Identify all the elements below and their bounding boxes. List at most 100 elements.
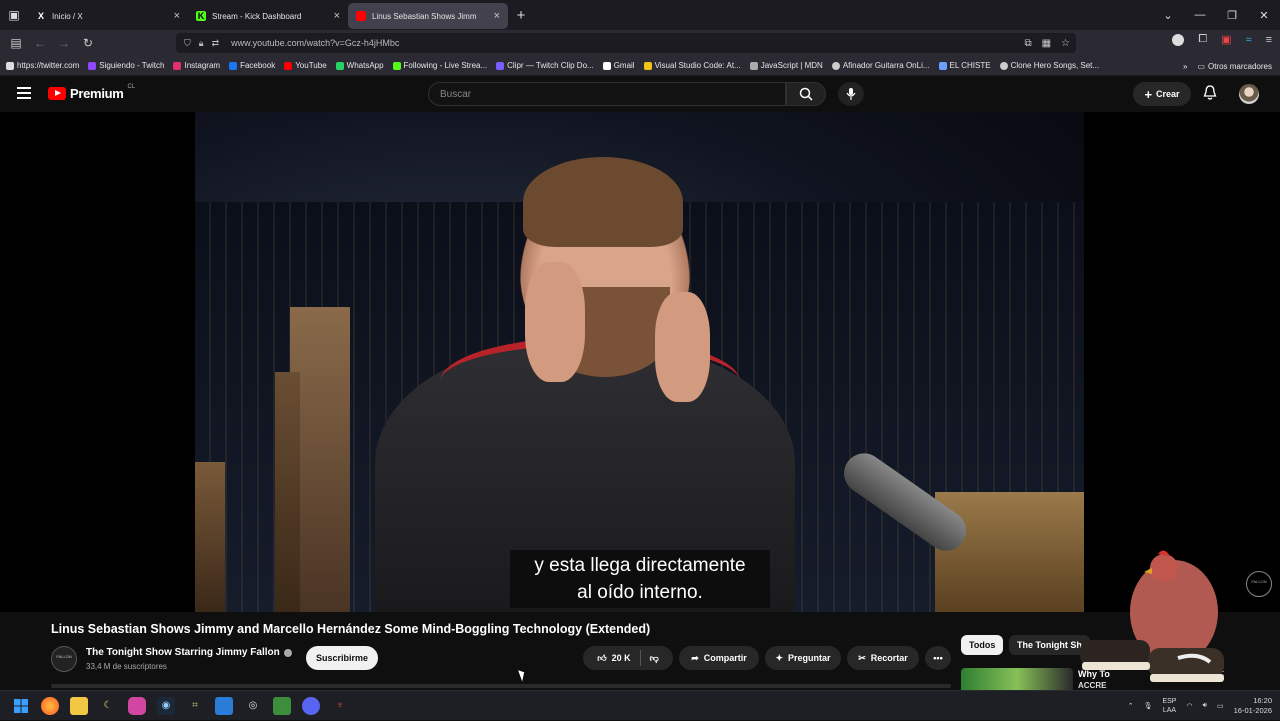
bookmark-item[interactable]: Visual Studio Code: At... xyxy=(643,61,741,70)
video-frame[interactable] xyxy=(195,112,1084,612)
firefox-icon[interactable] xyxy=(41,696,59,715)
bookmark-item[interactable]: EL CHISTE xyxy=(938,61,991,70)
bookmark-star-icon[interactable]: ☆ xyxy=(1061,38,1070,49)
ask-button[interactable]: ✦ Preguntar xyxy=(765,646,841,670)
like-dislike-group: 👍︎ 20 K 👎︎ xyxy=(583,646,673,670)
clip-button[interactable]: ✂ Recortar xyxy=(847,646,919,670)
tab-list-icon[interactable]: ▣ xyxy=(0,0,28,30)
create-button[interactable]: + Crear xyxy=(1133,82,1191,106)
maximize-button[interactable]: ❐ xyxy=(1216,9,1248,22)
moon-app-icon[interactable]: ☾ xyxy=(99,697,117,715)
new-tab-button[interactable]: + xyxy=(508,7,534,24)
bookmark-label: WhatsApp xyxy=(346,61,384,70)
clock[interactable]: 16:20 16-01-2026 xyxy=(1234,696,1272,716)
discord-icon[interactable] xyxy=(302,696,320,715)
channel-watermark-logo[interactable]: FALLON xyxy=(1246,571,1272,597)
reload-button[interactable]: ↻ xyxy=(76,36,100,50)
video-person-hair xyxy=(523,157,683,247)
tab-title: Stream - Kick Dashboard xyxy=(212,11,302,21)
lock-icon[interactable]: 🔒︎ xyxy=(199,38,204,49)
close-icon[interactable]: × xyxy=(174,10,180,22)
bookmark-item[interactable]: Clone Hero Songs, Set... xyxy=(999,61,1099,70)
back-button[interactable]: ← xyxy=(28,36,52,50)
account-avatar[interactable] xyxy=(1239,84,1259,104)
bookmark-item[interactable]: Following - Live Strea... xyxy=(392,61,488,70)
app-icon[interactable]: ♆ xyxy=(331,697,349,715)
bookmark-item[interactable]: https://twitter.com xyxy=(6,61,79,70)
youtube-icon xyxy=(284,61,293,70)
language-code: ESP xyxy=(1162,698,1177,705)
windows-start-icon[interactable] xyxy=(12,697,30,715)
battery-icon[interactable]: ▭ xyxy=(1217,702,1224,710)
steam-icon[interactable]: ◉ xyxy=(157,696,175,715)
app-icon[interactable] xyxy=(215,696,233,715)
hamburger-menu-icon[interactable] xyxy=(17,87,31,99)
tab-x[interactable]: X Inicio / X × xyxy=(28,3,188,29)
wifi-icon[interactable]: ◠ xyxy=(1186,702,1192,710)
tab-youtube[interactable]: Linus Sebastian Shows Jimm × xyxy=(348,3,508,29)
bookmark-item[interactable]: Clipr — Twitch Clip Do... xyxy=(496,61,594,70)
permissions-icon[interactable]: ⇄ xyxy=(212,38,220,49)
recommendation-thumbnail[interactable] xyxy=(961,668,1073,690)
bookmark-item[interactable]: Gmail xyxy=(602,61,635,70)
notifications-bell-icon[interactable] xyxy=(1203,85,1217,101)
reader-view-icon[interactable]: ▦ xyxy=(1042,38,1051,49)
facebook-icon xyxy=(229,61,238,70)
minimize-button[interactable]: — xyxy=(1184,9,1216,21)
voice-search-button[interactable] xyxy=(838,82,864,106)
extensions-icon[interactable]: ⧠ xyxy=(1198,33,1207,46)
close-icon[interactable]: × xyxy=(494,10,500,22)
bookmark-item[interactable]: WhatsApp xyxy=(335,61,384,70)
close-icon[interactable]: × xyxy=(334,10,340,22)
chevron-right-icon[interactable]: » xyxy=(1183,62,1187,71)
bookmark-item[interactable]: Siguiendo - Twitch xyxy=(88,61,164,70)
x-logo-icon: X xyxy=(37,11,44,21)
account-icon[interactable] xyxy=(1172,33,1185,46)
more-actions-button[interactable]: ••• xyxy=(925,646,951,670)
close-window-button[interactable]: ✕ xyxy=(1248,9,1280,22)
search-input[interactable]: Buscar xyxy=(428,82,786,106)
chip-all[interactable]: Todos xyxy=(961,635,1004,655)
like-button[interactable]: 👍︎ 20 K xyxy=(597,653,630,664)
video-player[interactable]: y esta llega directamente al oído intern… xyxy=(0,112,1280,612)
menu-icon[interactable]: ≡ xyxy=(1266,34,1272,46)
youtube-logo[interactable]: Premium CL xyxy=(48,84,135,101)
forward-button[interactable]: → xyxy=(52,36,76,50)
bookmark-label: Following - Live Strea... xyxy=(403,61,488,70)
chevron-up-icon[interactable]: ⌃ xyxy=(1128,702,1134,710)
bookmark-item[interactable]: Afinador Guitarra OnLi... xyxy=(831,61,930,70)
subscribe-button[interactable]: Suscribirme xyxy=(306,646,378,670)
bookmark-item[interactable]: Facebook xyxy=(229,61,275,70)
youtube-play-icon xyxy=(48,87,66,100)
share-label: Compartir xyxy=(703,653,747,663)
share-button[interactable]: ➦ Compartir xyxy=(679,646,759,670)
app-icon[interactable] xyxy=(128,696,146,715)
microphone-tray-icon[interactable]: 🎙︎ xyxy=(1144,702,1153,710)
channel-avatar[interactable]: FALLON xyxy=(51,646,77,672)
dislike-button[interactable]: 👎︎ xyxy=(650,653,659,664)
bookmark-item[interactable]: Instagram xyxy=(173,61,220,70)
app-icon[interactable]: ⌗ xyxy=(186,697,204,715)
list-all-tabs-icon[interactable]: ⌄ xyxy=(1152,9,1184,22)
sidebar-icon[interactable]: ▤ xyxy=(4,36,28,50)
url-text[interactable]: www.youtube.com/watch?v=Gcz-h4jHMbc xyxy=(231,38,399,48)
shield-icon[interactable]: ⛉ xyxy=(184,38,191,49)
file-explorer-icon[interactable] xyxy=(70,696,88,715)
other-bookmarks[interactable]: ▭ Otros marcadores xyxy=(1197,62,1272,71)
instagram-icon xyxy=(173,61,182,70)
picture-in-picture-icon[interactable]: ⧉ xyxy=(1024,38,1031,49)
search-button[interactable] xyxy=(786,82,826,106)
system-tray: ⌃ 🎙︎ ESP LAA ◠ 🔊︎ ▭ 16:20 16-01-2026 xyxy=(1128,691,1272,721)
mdn-icon xyxy=(749,61,758,70)
url-bar[interactable]: ⛉ 🔒︎ ⇄ www.youtube.com/watch?v=Gcz-h4jHM… xyxy=(176,33,1076,53)
obs-icon[interactable]: ◎ xyxy=(244,697,262,715)
channel-name[interactable]: The Tonight Show Starring Jimmy Fallon xyxy=(86,647,292,658)
bookmark-item[interactable]: JavaScript | MDN xyxy=(749,61,823,70)
tab-kick[interactable]: K Stream - Kick Dashboard × xyxy=(188,3,348,29)
volume-icon[interactable]: 🔊︎ xyxy=(1203,702,1207,710)
extension-icon[interactable]: ≈ xyxy=(1246,34,1252,46)
app-icon[interactable] xyxy=(273,696,291,715)
language-indicator[interactable]: ESP LAA xyxy=(1162,697,1176,715)
extension-badge-icon[interactable]: ▣ xyxy=(1221,33,1231,46)
bookmark-item[interactable]: YouTube xyxy=(284,61,327,70)
